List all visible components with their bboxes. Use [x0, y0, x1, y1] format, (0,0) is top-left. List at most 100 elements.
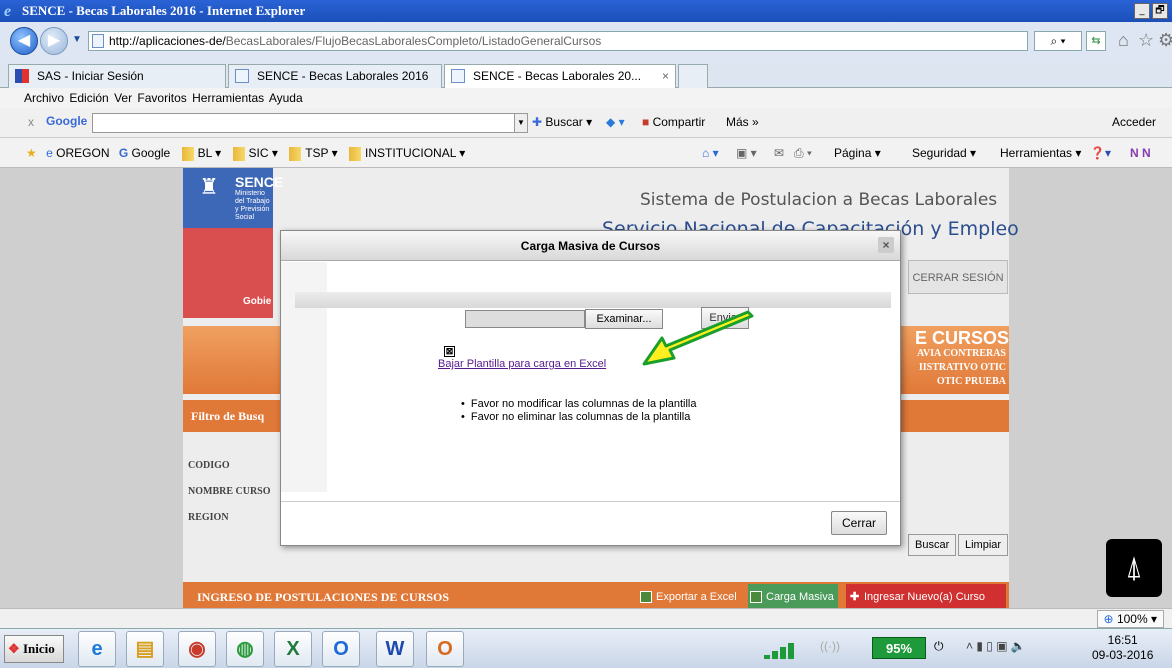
logo-red-block: Gobie — [183, 228, 273, 318]
clock-date: 09-03-2016 — [1092, 648, 1154, 662]
print-icon[interactable]: ⎙ ▾ — [794, 138, 812, 168]
google-search-input[interactable] — [92, 113, 520, 133]
ie-icon: e — [4, 3, 12, 20]
mas-button[interactable]: Más » — [726, 115, 759, 129]
fav-sic[interactable]: SIC ▾ — [249, 146, 278, 160]
menu-seguridad[interactable]: Seguridad ▾ — [912, 138, 976, 168]
fav-oregon[interactable]: OREGON — [56, 146, 109, 160]
broken-image-icon: ⊠ — [444, 346, 455, 357]
power-plug-icon[interactable]: ⏻ — [934, 639, 944, 654]
excel-icon — [750, 591, 762, 603]
compartir-button[interactable]: ■ Compartir — [642, 115, 705, 129]
favorites-star-icon[interactable]: ★ — [26, 146, 37, 160]
system-clock[interactable]: 16:51 09-03-2016 — [1092, 633, 1153, 663]
onenote-icon[interactable]: N N — [1130, 138, 1151, 168]
help-icon[interactable]: ❓▾ — [1090, 138, 1111, 168]
fav-google[interactable]: Google — [132, 146, 171, 160]
taskbar-chrome-icon[interactable]: ◍ — [226, 631, 264, 667]
home-icon[interactable]: ⌂ — [1118, 30, 1129, 51]
favorites-star-icon[interactable]: ☆ — [1138, 30, 1154, 51]
cerrar-button[interactable]: Cerrar — [831, 511, 887, 535]
google-buscar-label: Buscar — [545, 115, 583, 129]
page-favicon-icon — [235, 69, 249, 83]
home-icon[interactable]: ⌂ ▾ — [702, 138, 719, 168]
exportar-excel-button[interactable]: Exportar a Excel — [638, 584, 741, 608]
carga-masiva-label: Carga Masiva — [766, 591, 834, 603]
menu-herramientas[interactable]: Herramientas ▾ — [1000, 138, 1081, 168]
bookmark-icon[interactable]: ◆ ▾ — [606, 115, 625, 129]
forward-button[interactable]: ▶ — [40, 27, 68, 55]
exportar-label: Exportar a Excel — [656, 591, 737, 603]
page-icon — [92, 34, 104, 48]
compat-view-icon[interactable]: ⇆ — [1086, 31, 1106, 51]
taskbar-outlook-icon[interactable]: O — [322, 631, 360, 667]
nombre-curso-label: NOMBRE CURSO — [188, 486, 271, 497]
google-buscar-button[interactable]: ✚ Buscar ▾ — [532, 115, 592, 129]
download-template-link[interactable]: Bajar Plantilla para carga en Excel — [438, 358, 606, 370]
menu-favoritos[interactable]: Favoritos — [137, 91, 186, 105]
acceder-button[interactable]: Acceder — [1112, 115, 1156, 129]
cerrar-sesion-button[interactable]: CERRAR SESIÓN — [908, 260, 1008, 294]
signal-strength-icon[interactable] — [762, 637, 810, 661]
zoom-control[interactable]: ⊕ 100% ▾ — [1096, 610, 1164, 628]
history-dropdown-icon[interactable]: ▼ — [72, 34, 82, 45]
fav-institucional[interactable]: INSTITUCIONAL ▾ — [365, 146, 465, 160]
menu-ayuda[interactable]: Ayuda — [269, 91, 303, 105]
carga-masiva-dialog: Carga Masiva de Cursos × Examinar... Env… — [280, 230, 901, 546]
accessibility-logo-icon[interactable]: ⍋ — [1106, 539, 1162, 597]
carga-masiva-button[interactable]: Carga Masiva — [748, 584, 838, 608]
toolbar-close-icon[interactable]: x — [28, 115, 34, 129]
search-dropdown-icon[interactable]: ⌕ ▾ — [1034, 31, 1082, 51]
search-dropdown-icon[interactable]: ▼ — [514, 113, 528, 133]
tab-sence-active[interactable]: SENCE - Becas Laborales 20... × — [444, 64, 676, 88]
menu-edicion[interactable]: Edición — [69, 91, 108, 105]
menu-pagina[interactable]: Página ▾ — [834, 138, 881, 168]
dialog-header: Carga Masiva de Cursos × — [281, 231, 900, 261]
menu-herramientas[interactable]: Herramientas — [192, 91, 264, 105]
tab-sas[interactable]: SAS - Iniciar Sesión — [8, 64, 226, 88]
buscar-button[interactable]: Buscar — [908, 534, 957, 556]
wireless-icon[interactable]: ((·)) — [820, 639, 840, 653]
taskbar-media-icon[interactable]: ◉ — [178, 631, 216, 667]
url-input[interactable]: http://aplicaciones-de/BecasLaborales/Fl… — [88, 31, 1028, 51]
taskbar-ie-icon[interactable]: e — [78, 631, 116, 667]
taskbar-word-icon[interactable]: W — [376, 631, 414, 667]
taskbar-excel-icon[interactable]: X — [274, 631, 312, 667]
minimize-button[interactable]: _ — [1134, 3, 1150, 19]
fav-tsp[interactable]: TSP ▾ — [305, 146, 337, 160]
new-tab-button[interactable] — [678, 64, 708, 88]
page-content: SENCE Ministerio del Trabajo y Previsión… — [0, 168, 1172, 608]
window-controls: _ 🗗 — [1134, 3, 1168, 19]
status-bar: ⊕ 100% ▾ — [0, 608, 1172, 628]
nuevo-curso-button[interactable]: ✚ Ingresar Nuevo(a) Curso — [846, 584, 1006, 608]
restore-button[interactable]: 🗗 — [1152, 3, 1168, 19]
dialog-close-icon[interactable]: × — [878, 237, 894, 253]
note-item: Favor no eliminar las columnas de la pla… — [461, 411, 696, 424]
taskbar-outlook-2-icon[interactable]: O — [426, 631, 464, 667]
limpiar-button[interactable]: Limpiar — [958, 534, 1009, 556]
taskbar-explorer-icon[interactable]: ▤ — [126, 631, 164, 667]
coat-of-arms-icon: ♜ — [199, 174, 219, 199]
file-path-input[interactable] — [465, 310, 585, 328]
feeds-icon[interactable]: ▣ ▾ — [736, 138, 757, 168]
battery-indicator[interactable]: 95% — [872, 637, 926, 659]
start-label: Inicio — [23, 641, 55, 656]
system-title: Sistema de Postulacion a Becas Laborales — [640, 190, 998, 210]
back-button[interactable]: ◀ — [10, 27, 38, 55]
start-button[interactable]: ❖ Inicio — [4, 635, 64, 663]
folder-icon — [181, 146, 194, 161]
mail-icon[interactable]: ✉ — [774, 138, 784, 168]
google-logo: Google — [46, 114, 88, 128]
menu-archivo[interactable]: Archivo — [24, 91, 64, 105]
menu-ver[interactable]: Ver — [114, 91, 132, 105]
google-g-icon: G — [118, 146, 129, 160]
tab-label: SAS - Iniciar Sesión — [37, 69, 144, 83]
logo-title: SENCE — [235, 174, 284, 190]
close-tab-icon[interactable]: × — [662, 65, 669, 87]
fav-bl[interactable]: BL ▾ — [198, 146, 222, 160]
tray-icons[interactable]: ˄ ▮ ▯ ▣ 🔈 — [966, 639, 1026, 653]
tab-sence-1[interactable]: SENCE - Becas Laborales 2016 — [228, 64, 442, 88]
tools-gear-icon[interactable]: ⚙ — [1158, 30, 1172, 51]
window-title: SENCE - Becas Laborales 2016 - Internet … — [22, 3, 306, 18]
codigo-label: CODIGO — [188, 460, 230, 471]
